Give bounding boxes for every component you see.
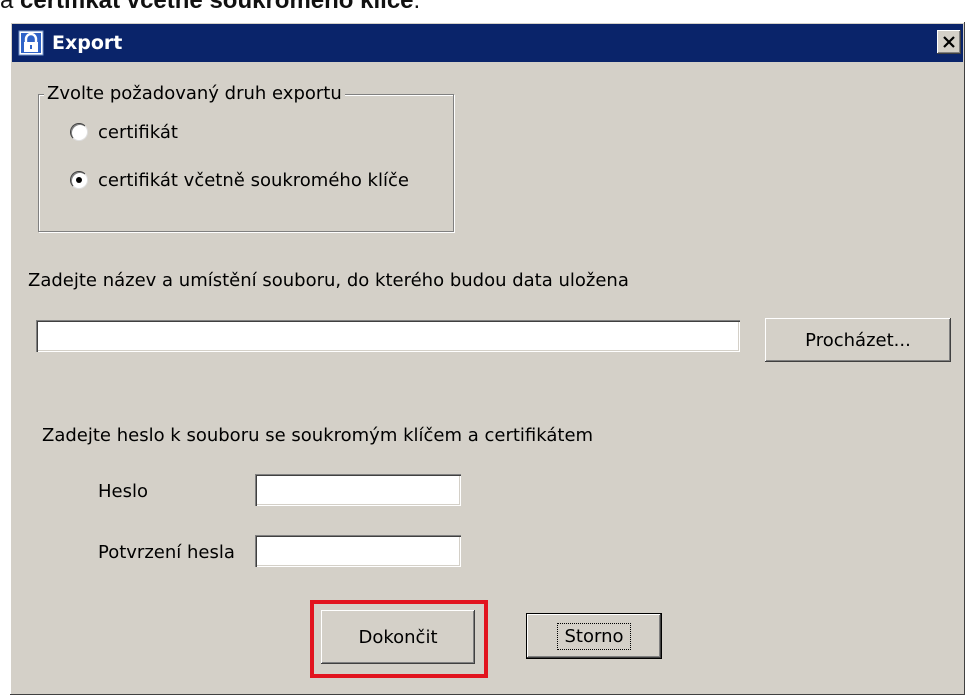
close-icon (943, 36, 955, 48)
file-path-input[interactable] (36, 320, 740, 352)
browse-button-label: Procházet... (805, 329, 911, 351)
confirm-password-label: Potvrzení hesla (98, 542, 235, 563)
file-prompt: Zadejte název a umístění souboru, do kte… (28, 270, 629, 291)
title-bar[interactable]: Export (12, 24, 963, 62)
export-type-legend: Zvolte požadovaný druh exportu (44, 82, 345, 106)
caption-suffix: . (413, 0, 421, 14)
radio-certificate-with-key-button[interactable] (70, 171, 88, 189)
password-label: Heslo (98, 481, 149, 502)
caption-bold: certifikát včetně soukromého klíče (20, 0, 414, 14)
confirm-password-input[interactable] (255, 535, 461, 567)
cancel-button-label: Storno (557, 622, 631, 650)
export-dialog: Export Zvolte požadovaný druh exportu ce… (10, 22, 965, 695)
caption-prefix: a (0, 0, 21, 14)
radio-certificate-label: certifikát (98, 121, 178, 143)
document-caption: a certifikát včetně soukromého klíče. (0, 0, 420, 16)
radio-certificate-button[interactable] (70, 123, 88, 141)
radio-certificate[interactable]: certifikát (70, 119, 178, 145)
browse-button[interactable]: Procházet... (765, 318, 951, 362)
finish-button-label: Dokončit (358, 626, 438, 648)
finish-button[interactable]: Dokončit (321, 610, 475, 664)
cancel-button[interactable]: Storno (527, 614, 661, 658)
radio-certificate-with-key[interactable]: certifikát včetně soukromého klíče (70, 167, 409, 193)
window-title: Export (52, 32, 123, 54)
close-button[interactable] (937, 30, 961, 54)
radio-certificate-with-key-label: certifikát včetně soukromého klíče (98, 169, 409, 191)
export-type-group (38, 94, 454, 232)
certificate-lock-icon (18, 30, 44, 56)
password-prompt: Zadejte heslo k souboru se soukromým klí… (42, 425, 594, 446)
password-input[interactable] (255, 474, 461, 506)
